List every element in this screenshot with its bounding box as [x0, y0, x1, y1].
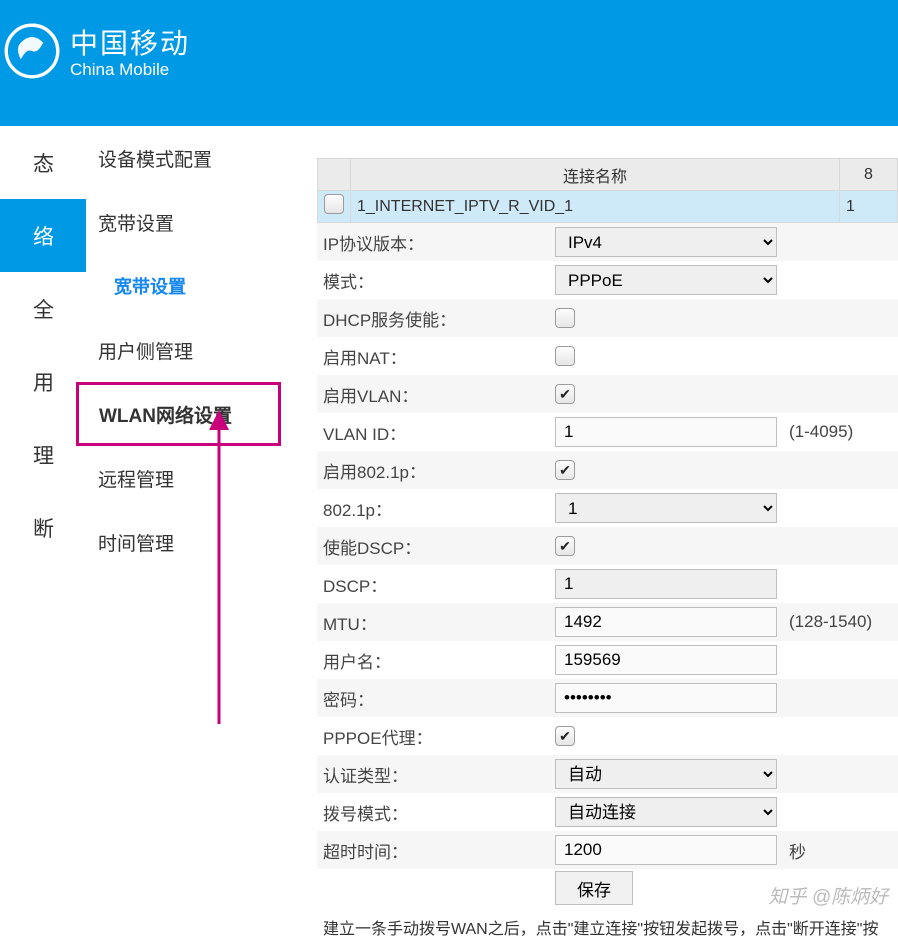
nav-app[interactable]: 用 [0, 345, 86, 418]
footnote: 建立一条手动拨号WAN之后，点击"建立连接"按钮发起拨号，点击"断开连接"按 [317, 915, 898, 939]
brand-en: China Mobile [70, 60, 190, 80]
label-user: 用户名： [317, 648, 553, 673]
settings-form: IP协议版本： IPv4 模式： PPPoE DHCP服务使能： 启用NAT： … [317, 223, 898, 907]
input-mtu[interactable] [555, 607, 777, 637]
label-mtu: MTU： [317, 610, 553, 635]
subnav-broadband-sub[interactable]: 宽带设置 [86, 254, 281, 318]
primary-nav: 态 络 全 用 理 断 [0, 126, 86, 939]
label-8021p-en: 启用802.1p： [317, 458, 553, 483]
label-pppoe-proxy: PPPOE代理： [317, 724, 553, 749]
hint-vlan-id: (1-4095) [789, 422, 853, 442]
label-vlan-id: VLAN ID： [317, 420, 553, 445]
unit-timeout: 秒 [789, 838, 806, 863]
label-auth: 认证类型： [317, 762, 553, 787]
subnav-device-mode[interactable]: 设备模式配置 [86, 126, 281, 190]
checkbox-pppoe-proxy[interactable]: ✔ [555, 726, 575, 746]
nav-status[interactable]: 态 [0, 126, 86, 199]
brand-logo: 中国移动 China Mobile [0, 22, 190, 80]
subnav-user-side[interactable]: 用户侧管理 [86, 318, 281, 382]
china-mobile-icon [4, 23, 60, 79]
label-timeout: 超时时间： [317, 838, 553, 863]
save-button[interactable]: 保存 [555, 871, 633, 905]
input-password[interactable] [555, 683, 777, 713]
col-conn-name: 连接名称 [351, 159, 840, 191]
nav-security[interactable]: 全 [0, 272, 86, 345]
label-pwd: 密码： [317, 686, 553, 711]
nav-diag[interactable]: 断 [0, 491, 86, 564]
input-dscp[interactable] [555, 569, 777, 599]
nav-network[interactable]: 络 [0, 199, 86, 272]
checkbox-dhcp[interactable] [555, 308, 575, 328]
secondary-nav: 设备模式配置 宽带设置 宽带设置 用户侧管理 WLAN网络设置 远程管理 时间管… [86, 126, 281, 939]
select-mode[interactable]: PPPoE [555, 265, 777, 295]
select-ip-ver[interactable]: IPv4 [555, 227, 777, 257]
label-nat: 启用NAT： [317, 344, 553, 369]
subnav-wlan[interactable]: WLAN网络设置 [76, 382, 281, 446]
label-8021p: 802.1p： [317, 496, 553, 521]
checkbox-8021p[interactable]: ✔ [555, 460, 575, 480]
nav-manage[interactable]: 理 [0, 418, 86, 491]
input-timeout[interactable] [555, 835, 777, 865]
label-dhcp: DHCP服务使能： [317, 306, 553, 331]
header: 中国移动 China Mobile [0, 0, 898, 126]
input-vlan-id[interactable] [555, 417, 777, 447]
table-row[interactable]: 1_INTERNET_IPTV_R_VID_1 1 [318, 191, 898, 223]
hint-mtu: (128-1540) [789, 612, 872, 632]
watermark: 知乎 @陈炳好 [768, 882, 888, 909]
checkbox-dscp[interactable]: ✔ [555, 536, 575, 556]
label-dscp: DSCP： [317, 572, 553, 597]
content-panel: 连接名称 8 1_INTERNET_IPTV_R_VID_1 1 IP协议版本：… [281, 126, 898, 939]
label-dscp-en: 使能DSCP： [317, 534, 553, 559]
col-8: 8 [840, 159, 898, 191]
select-8021p[interactable]: 1 [555, 493, 777, 523]
checkbox-vlan[interactable]: ✔ [555, 384, 575, 404]
row-checkbox[interactable] [324, 194, 344, 214]
subnav-time[interactable]: 时间管理 [86, 510, 281, 574]
conn-name-cell: 1_INTERNET_IPTV_R_VID_1 [351, 191, 840, 223]
label-ip-ver: IP协议版本： [317, 230, 553, 255]
brand-cn: 中国移动 [70, 22, 190, 62]
subnav-remote[interactable]: 远程管理 [86, 446, 281, 510]
checkbox-nat[interactable] [555, 346, 575, 366]
select-auth[interactable]: 自动 [555, 759, 777, 789]
label-mode: 模式： [317, 268, 553, 293]
label-vlan: 启用VLAN： [317, 382, 553, 407]
conn-8-cell: 1 [840, 191, 898, 223]
label-dial: 拨号模式： [317, 800, 553, 825]
subnav-broadband[interactable]: 宽带设置 [86, 190, 281, 254]
connection-table: 连接名称 8 1_INTERNET_IPTV_R_VID_1 1 [317, 158, 898, 223]
input-username[interactable] [555, 645, 777, 675]
select-dial[interactable]: 自动连接 [555, 797, 777, 827]
